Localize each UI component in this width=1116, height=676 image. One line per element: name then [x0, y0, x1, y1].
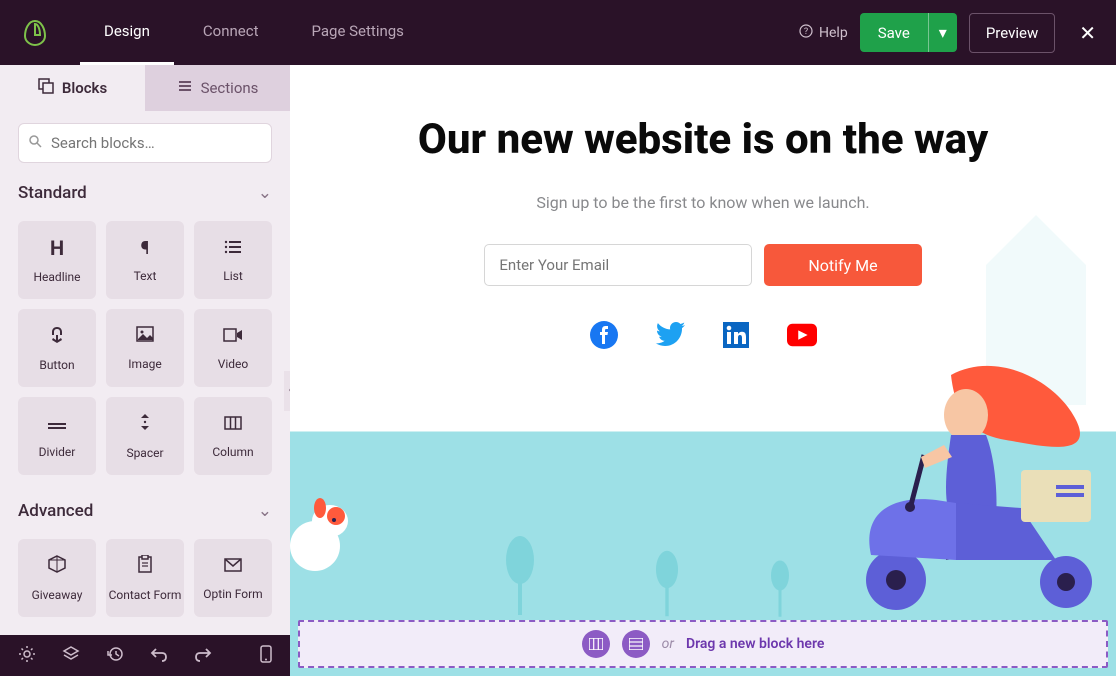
column-icon	[224, 414, 242, 435]
history-icon[interactable]	[106, 645, 124, 667]
scooter-illustration	[826, 360, 1116, 620]
social-facebook[interactable]	[589, 320, 619, 350]
search-input[interactable]	[18, 123, 272, 163]
image-icon	[136, 326, 154, 347]
undo-icon[interactable]	[150, 646, 168, 666]
block-video-label: Video	[218, 357, 249, 371]
block-column-label: Column	[212, 445, 253, 459]
caret-down-icon: ▾	[939, 23, 947, 42]
contact-form-icon	[137, 555, 153, 578]
block-optin-form[interactable]: Optin Form	[194, 539, 272, 617]
social-youtube[interactable]	[787, 320, 817, 350]
block-button[interactable]: Button	[18, 309, 96, 387]
tree-illustration	[500, 530, 540, 620]
search-icon	[28, 133, 42, 152]
sections-icon	[177, 78, 193, 98]
nav-page-settings[interactable]: Page Settings	[288, 0, 428, 65]
close-icon: ✕	[1079, 21, 1096, 45]
dropzone[interactable]: or Drag a new block here	[298, 620, 1108, 668]
tree-illustration	[765, 553, 795, 621]
group-standard-header[interactable]: Standard ⌄	[0, 175, 290, 211]
block-optin-form-label: Optin Form	[203, 587, 262, 601]
dropzone-column-button[interactable]	[582, 630, 610, 658]
block-spacer[interactable]: Spacer	[106, 397, 184, 475]
giveaway-icon	[47, 555, 67, 578]
save-dropdown[interactable]: ▾	[928, 13, 957, 52]
redo-icon[interactable]	[194, 646, 212, 666]
block-list[interactable]: List	[194, 221, 272, 299]
social-linkedin[interactable]	[721, 320, 751, 350]
notify-button[interactable]: Notify Me	[764, 244, 921, 286]
layers-icon[interactable]	[62, 645, 80, 667]
dropzone-row-button[interactable]	[622, 630, 650, 658]
block-image[interactable]: Image	[106, 309, 184, 387]
nav-connect[interactable]: Connect	[179, 0, 283, 65]
block-image-label: Image	[128, 357, 161, 371]
dog-illustration	[290, 486, 360, 576]
tree-illustration	[650, 544, 684, 621]
block-contact-form-label: Contact Form	[109, 588, 182, 602]
block-text-label: Text	[134, 269, 157, 283]
app-logo[interactable]	[20, 18, 50, 48]
nav-design[interactable]: Design	[80, 0, 174, 65]
save-button[interactable]: Save	[860, 13, 928, 52]
block-divider[interactable]: Divider	[18, 397, 96, 475]
block-giveaway-label: Giveaway	[32, 588, 83, 602]
dropzone-text: Drag a new block here	[686, 636, 824, 652]
tab-sections[interactable]: Sections	[145, 65, 290, 111]
preview-button[interactable]: Preview	[969, 13, 1055, 53]
text-icon: ¶	[141, 238, 150, 259]
button-icon	[48, 325, 66, 348]
mobile-preview-icon[interactable]	[260, 645, 272, 667]
hero-subtext[interactable]: Sign up to be the first to know when we …	[330, 193, 1076, 212]
tab-blocks[interactable]: Blocks	[0, 65, 145, 111]
block-video[interactable]: Video	[194, 309, 272, 387]
block-divider-label: Divider	[39, 445, 76, 459]
tab-sections-label: Sections	[201, 79, 259, 97]
help-icon: ?	[799, 24, 813, 42]
tab-blocks-label: Blocks	[62, 79, 107, 97]
block-button-label: Button	[39, 358, 74, 372]
blocks-icon	[38, 78, 54, 98]
block-column[interactable]: Column	[194, 397, 272, 475]
chevron-down-icon: ⌄	[258, 501, 272, 521]
optin-form[interactable]: Notify Me	[330, 244, 1076, 286]
dropzone-or: or	[662, 636, 674, 652]
help-label: Help	[819, 25, 848, 41]
list-icon	[224, 238, 242, 259]
spacer-icon	[138, 413, 152, 436]
block-list-label: List	[223, 269, 243, 283]
divider-icon	[48, 414, 66, 435]
social-twitter[interactable]	[655, 320, 685, 350]
email-input[interactable]	[484, 244, 752, 286]
svg-text:?: ?	[804, 27, 808, 37]
block-headline-label: Headline	[33, 270, 80, 284]
video-icon	[223, 326, 243, 347]
group-advanced-label: Advanced	[18, 501, 93, 521]
optin-form-icon	[224, 556, 242, 577]
close-button[interactable]: ✕	[1079, 21, 1096, 45]
block-headline[interactable]: H Headline	[18, 221, 96, 299]
chevron-down-icon: ⌄	[258, 183, 272, 203]
group-advanced-header[interactable]: Advanced ⌄	[0, 493, 290, 529]
block-text[interactable]: ¶ Text	[106, 221, 184, 299]
block-spacer-label: Spacer	[126, 446, 163, 460]
hero-headline[interactable]: Our new website is on the way	[330, 115, 1076, 165]
help-link[interactable]: ? Help	[799, 24, 848, 42]
block-contact-form[interactable]: Contact Form	[106, 539, 184, 617]
block-giveaway[interactable]: Giveaway	[18, 539, 96, 617]
canvas[interactable]: Our new website is on the way Sign up to…	[290, 65, 1116, 676]
settings-icon[interactable]	[18, 645, 36, 667]
headline-icon: H	[50, 236, 64, 260]
group-standard-label: Standard	[18, 183, 87, 203]
